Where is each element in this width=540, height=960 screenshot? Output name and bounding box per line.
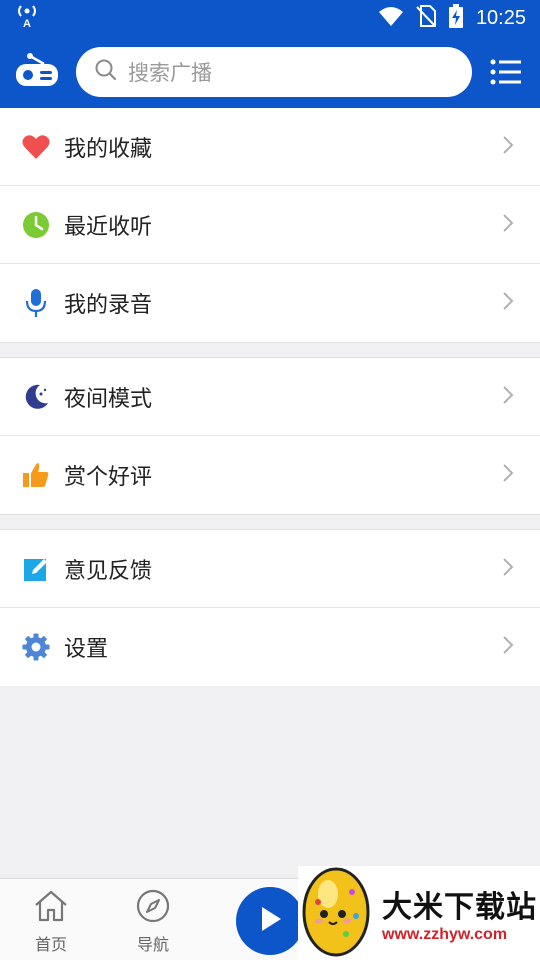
chevron-right-icon <box>502 463 514 487</box>
tab-home-label: 首页 <box>34 935 67 954</box>
watermark-url: www.zzhyw.com <box>382 926 508 943</box>
menu-group-2: 夜间模式 赏个好评 <box>0 358 540 514</box>
watermark-text: 大米下载站 www.zzhyw.com <box>382 882 537 944</box>
chevron-right-icon <box>502 385 514 409</box>
menu-item-night-mode[interactable]: 夜间模式 <box>0 358 540 436</box>
chevron-right-icon <box>502 635 514 659</box>
clock-icon <box>22 211 50 239</box>
no-sim-icon <box>416 5 436 31</box>
compass-icon <box>135 889 171 927</box>
thumbs-up-icon <box>22 461 50 489</box>
wifi-icon <box>378 5 404 31</box>
menu-item-label: 赏个好评 <box>64 465 153 490</box>
watermark: 大米下载站 www.zzhyw.com <box>298 866 540 960</box>
menu-group-1: 我的收藏 最近收听 我的录音 <box>0 108 540 342</box>
app-bar: 搜索广播 <box>0 36 540 108</box>
status-bar: A 10:25 <box>0 0 540 36</box>
microphone-icon <box>22 289 50 317</box>
menu-item-label: 夜间模式 <box>64 386 153 412</box>
menu-list: 我的收藏 最近收听 我的录音 夜间模式 赏个好评 意见反馈 设置 <box>0 108 540 686</box>
chevron-right-icon <box>502 291 514 315</box>
menu-item-label: 意见反馈 <box>64 558 153 584</box>
battery-charging-icon <box>448 4 464 32</box>
play-button[interactable] <box>236 887 304 955</box>
gear-icon <box>22 633 50 661</box>
moon-icon <box>22 383 50 411</box>
tab-navigation-label: 导航 <box>136 935 169 954</box>
rice-mascot-logo-icon <box>298 864 374 960</box>
menu-item-label: 设置 <box>64 637 109 662</box>
list-menu-icon <box>490 59 521 85</box>
tab-navigation[interactable]: 导航 <box>108 889 198 955</box>
menu-group-3: 意见反馈 设置 <box>0 530 540 686</box>
chevron-right-icon <box>502 557 514 581</box>
list-menu-button[interactable] <box>486 52 526 92</box>
menu-item-settings[interactable]: 设置 <box>0 608 540 686</box>
edit-icon <box>22 555 50 583</box>
play-icon <box>257 905 283 937</box>
radio-signal-icon: A <box>14 3 40 33</box>
menu-item-label: 我的录音 <box>64 293 153 318</box>
search-placeholder: 搜索广播 <box>128 61 212 85</box>
tab-home[interactable]: 首页 <box>6 889 96 955</box>
chevron-right-icon <box>502 135 514 159</box>
svg-text:A: A <box>23 18 31 29</box>
chevron-right-icon <box>502 213 514 237</box>
home-icon <box>33 890 69 927</box>
radio-logo-icon[interactable] <box>14 50 60 94</box>
menu-item-rate[interactable]: 赏个好评 <box>0 436 540 514</box>
watermark-title: 大米下载站 <box>382 890 537 925</box>
heart-icon <box>22 133 50 161</box>
status-time: 10:25 <box>475 6 526 29</box>
menu-item-favorites[interactable]: 我的收藏 <box>0 108 540 186</box>
menu-item-label: 我的收藏 <box>64 136 153 162</box>
menu-item-feedback[interactable]: 意见反馈 <box>0 530 540 608</box>
menu-item-recordings[interactable]: 我的录音 <box>0 264 540 342</box>
section-divider <box>0 514 540 530</box>
menu-item-label: 最近收听 <box>64 214 153 240</box>
search-icon <box>94 58 118 86</box>
section-divider <box>0 342 540 358</box>
search-input[interactable]: 搜索广播 <box>76 47 472 97</box>
menu-item-recent[interactable]: 最近收听 <box>0 186 540 264</box>
